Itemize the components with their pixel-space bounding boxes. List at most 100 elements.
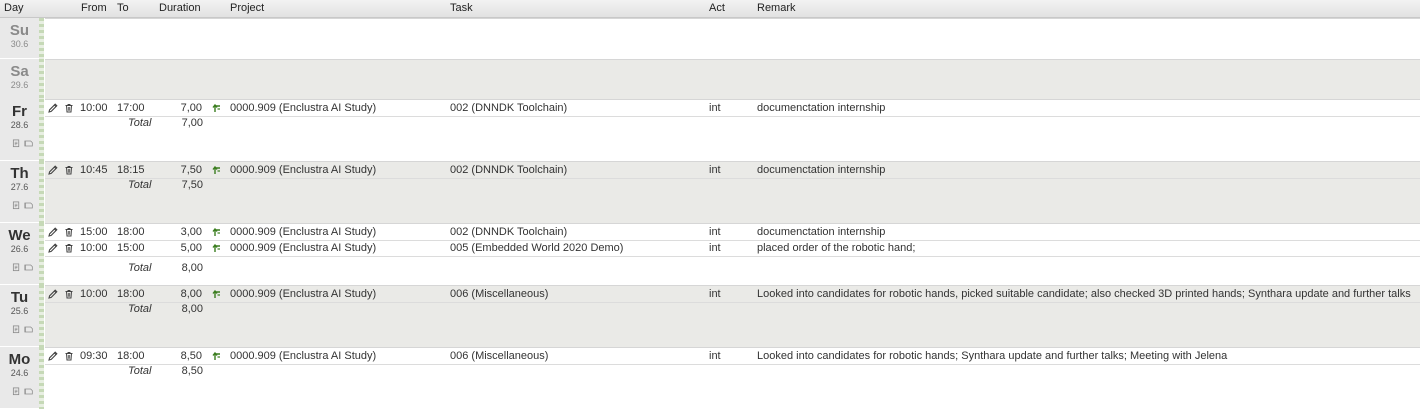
remark-text: documenctation internship	[757, 102, 886, 114]
from-time: 10:45	[80, 164, 108, 176]
project-name[interactable]: 0000.909 (Enclustra AI Study)	[230, 226, 376, 238]
duration: 5,00	[180, 242, 202, 254]
project-name[interactable]: 0000.909 (Enclustra AI Study)	[230, 242, 376, 254]
project-name[interactable]: 0000.909 (Enclustra AI Study)	[230, 350, 376, 362]
day-abbr: Tu	[10, 289, 29, 306]
task-name[interactable]: 006 (Miscellaneous)	[450, 288, 548, 300]
day-date: 30.6	[10, 39, 29, 49]
total-value: 8,00	[181, 303, 203, 315]
day-entries-area: 09:30 18:00 8,50 0000.909 (Enclustra AI Stu…	[45, 347, 1420, 410]
to-time: 18:00	[117, 226, 145, 238]
duration: 8,50	[180, 350, 202, 362]
column-header-to[interactable]: To	[117, 2, 129, 14]
trash-icon[interactable]	[64, 103, 74, 113]
book-icon[interactable]	[24, 388, 34, 398]
pencil-icon[interactable]	[48, 165, 58, 175]
task-name[interactable]: 006 (Miscellaneous)	[450, 350, 548, 362]
table-row[interactable]: 10:00 17:00 7,00 0000.909 (Enclustra AI Stu…	[45, 100, 1420, 117]
copy-icon[interactable]	[12, 201, 21, 212]
day-entries-area	[45, 59, 1420, 101]
to-time: 18:00	[117, 350, 145, 362]
trash-icon[interactable]	[64, 227, 74, 237]
to-time: 18:15	[117, 164, 145, 176]
day-abbr: Th	[10, 165, 29, 182]
column-header-remark[interactable]: Remark	[757, 2, 796, 14]
copy-icon[interactable]	[12, 325, 21, 336]
project-name[interactable]: 0000.909 (Enclustra AI Study)	[230, 288, 376, 300]
table-row[interactable]: 10:00 18:00 8,00 0000.909 (Enclustra AI Stu…	[45, 286, 1420, 303]
up-arrow-icon[interactable]	[212, 227, 222, 237]
book-icon[interactable]	[24, 202, 34, 212]
column-header-duration[interactable]: Duration	[159, 2, 201, 14]
up-arrow-icon[interactable]	[212, 103, 222, 113]
column-header-act[interactable]: Act	[709, 2, 725, 14]
duration: 7,00	[180, 102, 202, 114]
total-label: Total	[128, 365, 152, 377]
duration: 7,50	[180, 164, 202, 176]
activity-code: int	[709, 350, 721, 362]
day-accent-strip	[39, 223, 44, 285]
pencil-icon[interactable]	[48, 351, 58, 361]
remark-text: documenctation internship	[757, 226, 886, 238]
pencil-icon[interactable]	[48, 103, 58, 113]
copy-icon[interactable]	[12, 139, 21, 150]
total-value: 8,00	[181, 262, 203, 274]
activity-code: int	[709, 288, 721, 300]
column-header-task[interactable]: Task	[450, 2, 473, 14]
table-row[interactable]: 09:30 18:00 8,50 0000.909 (Enclustra AI Stu…	[45, 348, 1420, 365]
day-cell-we: We 26.6	[0, 223, 39, 284]
table-row[interactable]: 10:45 18:15 7,50 0000.909 (Enclustra AI Stu…	[45, 162, 1420, 179]
day-entries-area	[45, 18, 1420, 60]
up-arrow-icon[interactable]	[212, 351, 222, 361]
column-header-project[interactable]: Project	[230, 2, 264, 14]
trash-icon[interactable]	[64, 351, 74, 361]
activity-code: int	[709, 164, 721, 176]
trash-icon[interactable]	[64, 289, 74, 299]
total-label: Total	[128, 117, 152, 129]
day-entries-area: 10:00 18:00 8,00 0000.909 (Enclustra AI Stu…	[45, 285, 1420, 348]
project-name[interactable]: 0000.909 (Enclustra AI Study)	[230, 164, 376, 176]
table-row[interactable]: 10:00 15:00 5,00 0000.909 (Enclustra AI Stu…	[45, 240, 1420, 257]
day-abbr: Mo	[8, 351, 31, 368]
column-header-day[interactable]: Day	[4, 2, 24, 14]
activity-code: int	[709, 102, 721, 114]
day-abbr: Fr	[12, 103, 27, 120]
task-name[interactable]: 002 (DNNDK Toolchain)	[450, 164, 567, 176]
day-accent-strip	[39, 59, 44, 100]
day-actions	[12, 201, 34, 212]
column-header-from[interactable]: From	[81, 2, 107, 14]
project-name[interactable]: 0000.909 (Enclustra AI Study)	[230, 102, 376, 114]
day-cell-su: Su 30.6	[0, 18, 39, 58]
up-arrow-icon[interactable]	[212, 165, 222, 175]
book-icon[interactable]	[24, 326, 34, 336]
day-entries-area: 10:00 17:00 7,00 0000.909 (Enclustra AI Stu…	[45, 99, 1420, 162]
from-time: 15:00	[80, 226, 108, 238]
from-time: 10:00	[80, 288, 108, 300]
pencil-icon[interactable]	[48, 289, 58, 299]
activity-code: int	[709, 226, 721, 238]
remark-text: placed order of the robotic hand;	[757, 242, 916, 254]
day-date: 29.6	[10, 80, 29, 90]
book-icon[interactable]	[24, 264, 34, 274]
pencil-icon[interactable]	[48, 243, 58, 253]
copy-icon[interactable]	[12, 263, 21, 274]
copy-icon[interactable]	[12, 387, 21, 398]
day-actions	[12, 263, 34, 274]
day-abbr: Su	[9, 22, 30, 39]
day-date: 25.6	[10, 306, 29, 316]
task-name[interactable]: 005 (Embedded World 2020 Demo)	[450, 242, 623, 254]
task-name[interactable]: 002 (DNNDK Toolchain)	[450, 102, 567, 114]
task-name[interactable]: 002 (DNNDK Toolchain)	[450, 226, 567, 238]
total-value: 7,00	[181, 117, 203, 129]
table-row[interactable]: 15:00 18:00 3,00 0000.909 (Enclustra AI Stu…	[45, 224, 1420, 241]
total-value: 7,50	[181, 179, 203, 191]
up-arrow-icon[interactable]	[212, 243, 222, 253]
pencil-icon[interactable]	[48, 227, 58, 237]
to-time: 18:00	[117, 288, 145, 300]
day-accent-strip	[39, 347, 44, 409]
duration: 8,00	[180, 288, 202, 300]
up-arrow-icon[interactable]	[212, 289, 222, 299]
trash-icon[interactable]	[64, 165, 74, 175]
book-icon[interactable]	[24, 140, 34, 150]
trash-icon[interactable]	[64, 243, 74, 253]
